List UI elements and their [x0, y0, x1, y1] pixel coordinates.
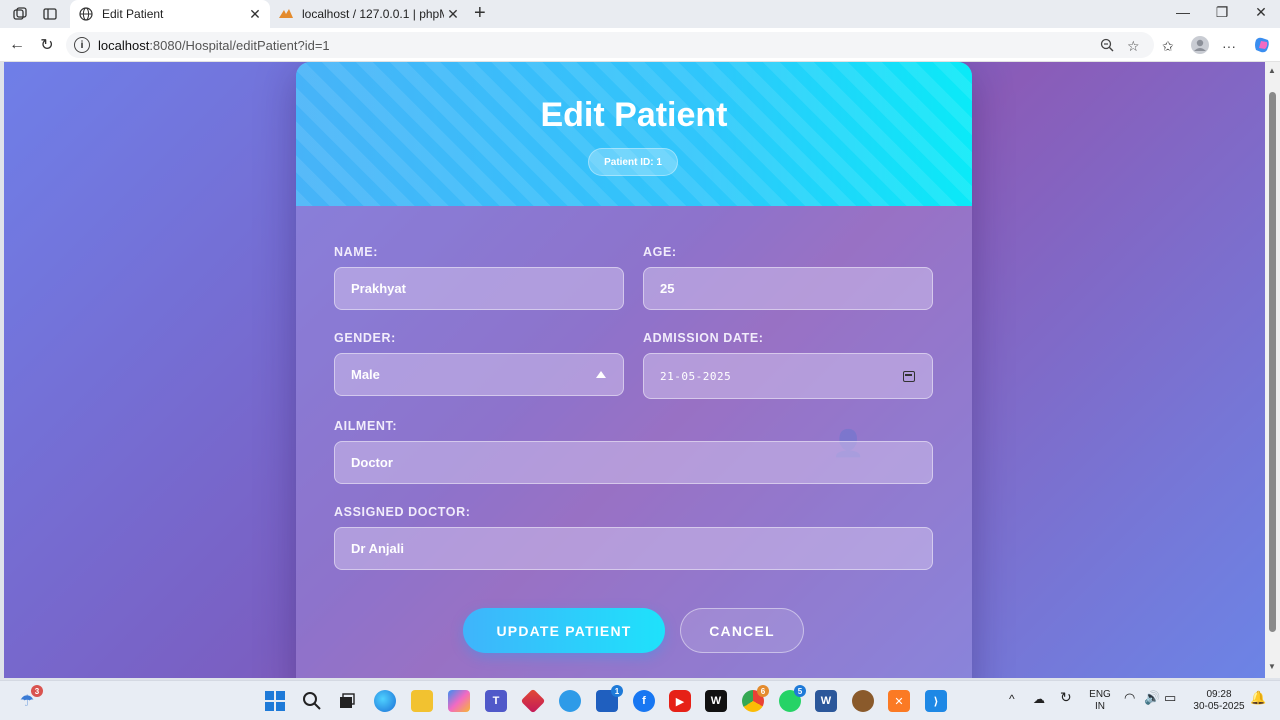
weather-badge: 3 [31, 685, 43, 697]
ailment-field[interactable]: Doctor [334, 441, 933, 484]
tab-phpmyadmin[interactable]: localhost / 127.0.0.1 | phpMyAdmin ✕ [272, 0, 468, 28]
assigned-doctor-value: Dr Anjali [351, 541, 404, 556]
tab-edit-patient[interactable]: Edit Patient ✕ [70, 0, 270, 28]
cancel-button[interactable]: CANCEL [680, 608, 804, 653]
tab-title: localhost / 127.0.0.1 | phpMyAdmin [302, 7, 444, 21]
clock-date: 30-05-2025 [1193, 701, 1245, 712]
tab-actions-icon[interactable] [40, 4, 60, 24]
name-field[interactable]: Prakhyat [334, 267, 624, 310]
card-header: Edit Patient Patient ID: 1 [296, 62, 972, 206]
gender-label: GENDER: [334, 331, 396, 345]
task-view-icon[interactable] [336, 690, 358, 712]
terminal-icon[interactable]: W [705, 690, 727, 712]
taskbar: ☂ 3 T 1 f ▶ W 6 5 W ✕ ⟩ ^ ☁ ↻ ENG IN ◠ 🔊… [0, 680, 1280, 720]
chrome-icon[interactable]: 6 [742, 685, 769, 712]
globe-icon [78, 6, 94, 22]
restore-icon[interactable]: ❐ [1207, 4, 1237, 21]
close-tab-icon[interactable]: ✕ [444, 6, 462, 23]
tab-title: Edit Patient [102, 7, 164, 21]
admission-date-label: ADMISSION DATE: [643, 331, 764, 345]
wifi-icon[interactable]: ◠ [1124, 691, 1135, 704]
age-label: AGE: [643, 245, 677, 259]
new-tab-icon[interactable]: + [474, 2, 486, 25]
admission-date-value: 21-05-2025 [660, 369, 732, 383]
chrome-badge: 6 [757, 685, 769, 697]
name-label: NAME: [334, 245, 378, 259]
phpmyadmin-icon [278, 6, 294, 22]
age-field[interactable]: 25 [643, 267, 933, 310]
start-windows-icon[interactable] [264, 690, 286, 712]
edge-icon[interactable] [374, 690, 396, 712]
language-text: ENG [1089, 689, 1111, 700]
assigned-doctor-field[interactable]: Dr Anjali [334, 527, 933, 570]
cloud-sync-icon[interactable]: ☁ [1033, 693, 1045, 705]
window-close-icon[interactable]: ✕ [1246, 4, 1276, 21]
gender-select[interactable]: Male [334, 353, 624, 396]
site-info-icon[interactable]: i [74, 37, 90, 53]
favorites-icon[interactable]: ✩ [1162, 38, 1174, 55]
calendar-icon[interactable] [903, 370, 915, 382]
patient-id-badge: Patient ID: 1 [588, 148, 678, 176]
update-patient-button[interactable]: UPDATE PATIENT [463, 608, 665, 653]
favorite-star-icon[interactable]: ☆ [1127, 38, 1140, 55]
whatsapp-badge: 5 [794, 685, 806, 697]
address-toolbar: ← ↻ i localhost:8080/Hospital/editPatien… [0, 28, 1280, 62]
url-host: localhost [98, 37, 150, 53]
show-hidden-icons[interactable]: ^ [1009, 693, 1015, 705]
teams-icon[interactable]: T [485, 690, 507, 712]
page-title: Edit Patient [540, 96, 728, 134]
battery-icon[interactable]: ▭ [1164, 691, 1176, 704]
admission-date-field[interactable]: 21-05-2025 [643, 353, 933, 399]
diamond-app-icon[interactable] [520, 688, 546, 714]
weather-icon[interactable]: ☂ 3 [16, 685, 43, 712]
xampp-icon[interactable]: ✕ [888, 690, 910, 712]
store-badge: 1 [611, 685, 623, 697]
search-icon[interactable] [301, 690, 323, 712]
page-scrollbar[interactable]: ▲ ▼ [1265, 62, 1280, 678]
assigned-doctor-label: ASSIGNED DOCTOR: [334, 505, 471, 519]
refresh-icon[interactable]: ↻ [36, 34, 58, 56]
back-icon[interactable]: ← [6, 34, 28, 56]
name-value: Prakhyat [351, 281, 406, 296]
age-value: 25 [660, 281, 675, 296]
clock-time: 09:28 [1206, 689, 1232, 700]
minimize-icon[interactable]: — [1168, 4, 1198, 20]
word-icon[interactable]: W [815, 690, 837, 712]
file-explorer-icon[interactable] [411, 690, 433, 712]
volume-icon[interactable]: 🔊 [1144, 691, 1160, 704]
caret-up-icon [596, 371, 606, 378]
address-bar[interactable]: i localhost:8080/Hospital/editPatient?id… [66, 32, 1154, 58]
edit-patient-card: Edit Patient Patient ID: 1 👤 NAME: Prakh… [296, 62, 972, 678]
facebook-icon[interactable]: f [633, 690, 655, 712]
scroll-up-icon[interactable]: ▲ [1268, 66, 1276, 75]
whatsapp-icon[interactable]: 5 [779, 685, 806, 712]
ailment-value: Doctor [351, 455, 393, 470]
vscode-icon[interactable]: ⟩ [925, 690, 947, 712]
url-path: :8080/Hospital/editPatient?id=1 [149, 37, 330, 53]
store-icon[interactable]: 1 [596, 685, 623, 712]
region-text: IN [1095, 701, 1105, 712]
profile-avatar[interactable] [1191, 36, 1209, 57]
page-viewport: Edit Patient Patient ID: 1 👤 NAME: Prakh… [4, 62, 1265, 678]
youtube-icon[interactable]: ▶ [669, 690, 691, 712]
zoom-icon[interactable] [1100, 38, 1114, 55]
gender-value: Male [351, 367, 380, 382]
notification-bell-icon[interactable]: 🔔 [1250, 691, 1266, 704]
language-indicator[interactable]: ENG IN [1086, 689, 1114, 713]
browser-tab-bar: Edit Patient ✕ localhost / 127.0.0.1 | p… [0, 0, 1280, 28]
workspaces-icon[interactable] [10, 4, 30, 24]
close-tab-icon[interactable]: ✕ [246, 6, 264, 23]
copilot-app-icon[interactable] [448, 690, 470, 712]
refresh-sync-icon[interactable]: ↻ [1060, 690, 1072, 704]
clock[interactable]: 09:28 30-05-2025 [1186, 689, 1252, 713]
gimp-icon[interactable] [852, 690, 874, 712]
scroll-down-icon[interactable]: ▼ [1268, 662, 1276, 671]
scrollbar-thumb[interactable] [1269, 92, 1276, 632]
more-menu-icon[interactable]: ··· [1222, 38, 1236, 54]
python-icon[interactable] [559, 690, 581, 712]
ailment-label: AILMENT: [334, 419, 398, 433]
copilot-icon[interactable] [1253, 36, 1271, 57]
